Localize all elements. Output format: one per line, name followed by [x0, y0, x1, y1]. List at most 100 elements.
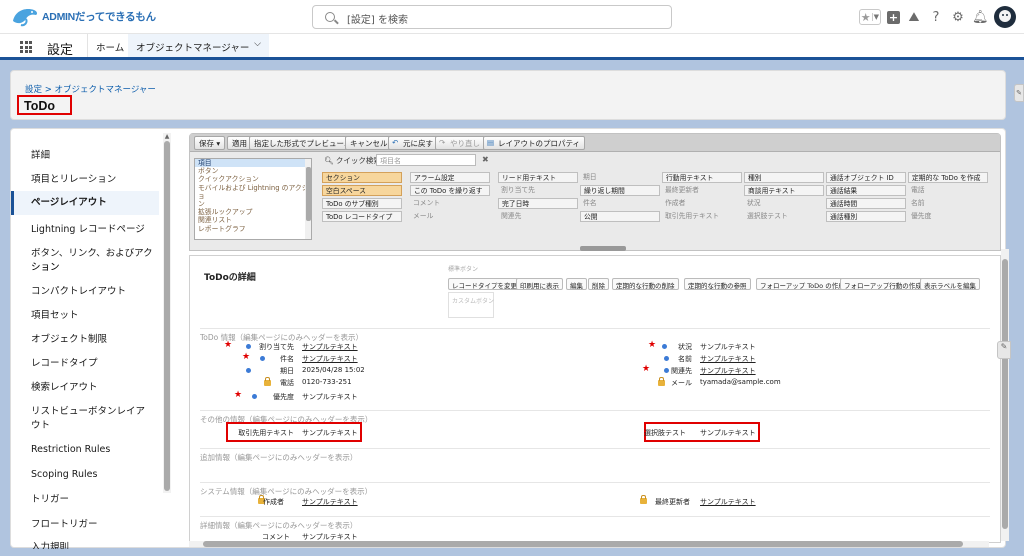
canvas-scroll-thumb[interactable]: [1002, 259, 1008, 529]
gear-icon[interactable]: ⚙: [950, 10, 966, 25]
edit-label-button[interactable]: 表示ラベルを編集: [920, 278, 980, 290]
sidebar-item-scoping-rules[interactable]: Scoping Rules: [11, 468, 159, 482]
editor-hscroll-thumb[interactable]: [203, 541, 963, 547]
redo-button[interactable]: ↷ やり直し: [435, 136, 485, 150]
palette-field-item[interactable]: 行動用テキスト: [662, 172, 742, 183]
sidebar-item-search-layouts[interactable]: 検索レイアウト: [11, 381, 159, 395]
palette-field-item[interactable]: 公開: [580, 211, 660, 222]
palette-category-related-lists[interactable]: 関連リスト: [195, 216, 311, 224]
quick-search-input[interactable]: 項目名: [376, 154, 476, 166]
palette-field-item[interactable]: ToDo のサブ種別: [322, 198, 402, 209]
favorites-button[interactable]: ★ ▼: [858, 9, 881, 25]
palette-list-scroll-thumb[interactable]: [306, 167, 311, 221]
palette-field-item[interactable]: 空白スペース: [322, 185, 402, 196]
palette-field-item[interactable]: 通話種別: [826, 211, 906, 222]
palette-field-item[interactable]: 種別: [744, 172, 824, 183]
sidebar-item-buttons-links-cont[interactable]: ション: [11, 261, 159, 275]
palette-field-item[interactable]: 状況: [744, 198, 824, 209]
user-avatar[interactable]: [994, 6, 1016, 28]
palette-field-item[interactable]: 件名: [580, 198, 660, 209]
palette-field-item[interactable]: 優先度: [908, 211, 988, 222]
sidebar-item-page-layouts[interactable]: ページレイアウト: [11, 191, 159, 215]
view-recurring-events-button[interactable]: 定期的な行動の参照: [684, 278, 751, 290]
palette-field-item[interactable]: 選択肢テスト: [744, 211, 824, 222]
palette-field-item[interactable]: 取引先用テキスト: [662, 211, 742, 222]
app-launcher-icon[interactable]: [20, 41, 32, 53]
palette-field-item[interactable]: 通話結果: [826, 185, 906, 196]
palette-field-item[interactable]: この ToDo を繰り返す: [410, 185, 490, 196]
create-followup-task-button[interactable]: フォローアップ ToDo の作成: [756, 278, 849, 290]
palette-field-item[interactable]: 関連先: [498, 211, 578, 222]
palette-field-item[interactable]: メール: [410, 211, 490, 222]
help-icon[interactable]: ?: [928, 10, 944, 25]
delete-button[interactable]: 削除: [588, 278, 609, 290]
sidebar-item-field-sets[interactable]: 項目セット: [11, 309, 159, 323]
tab-home[interactable]: ホーム: [87, 34, 132, 57]
layout-properties-button[interactable]: ▤ レイアウトのプロパティ: [483, 136, 586, 150]
sidebar-item-list-view-buttons-cont[interactable]: ウト: [11, 419, 159, 433]
sidebar-item-object-limits[interactable]: オブジェクト制限: [11, 333, 159, 347]
create-followup-event-button[interactable]: フォローアップ行動の作成: [840, 278, 926, 290]
palette-field-item[interactable]: 繰り返し期間: [580, 185, 660, 196]
editor-horizontal-scrollbar[interactable]: [189, 541, 989, 547]
palette-field-item[interactable]: 定期的な ToDo を作成: [908, 172, 988, 183]
palette-category-buttons[interactable]: ボタン: [195, 167, 311, 175]
trailhead-icon[interactable]: ⛰: [906, 10, 922, 25]
global-actions-plus-icon[interactable]: +: [887, 10, 900, 24]
sidebar-scrollbar[interactable]: ▲: [163, 133, 171, 493]
section-system-info[interactable]: システム情報（編集ページにのみヘッダーを表示）: [200, 482, 990, 497]
palette-field-item[interactable]: ToDo レコードタイプ: [322, 211, 402, 222]
palette-field-item[interactable]: 期日: [580, 172, 660, 183]
palette-field-item[interactable]: 最終更新者: [662, 185, 742, 196]
palette-field-item[interactable]: セクション: [322, 172, 402, 183]
palette-category-fields[interactable]: 項目: [195, 159, 311, 168]
palette-field-item[interactable]: コメント: [410, 198, 490, 209]
scroll-up-arrow-icon[interactable]: ▲: [163, 133, 171, 140]
palette-field-item[interactable]: 通話オブジェクト ID: [826, 172, 906, 183]
palette-field-item[interactable]: 完了日時: [498, 198, 578, 209]
undo-button[interactable]: ↶ 元に戻す: [388, 136, 438, 150]
palette-field-item[interactable]: アラーム設定: [410, 172, 490, 183]
sidebar-item-restriction-rules[interactable]: Restriction Rules: [11, 443, 159, 457]
sidebar-item-fields[interactable]: 項目とリレーション: [11, 173, 159, 187]
collapse-handle-icon[interactable]: ✎: [1014, 84, 1024, 102]
tab-object-manager[interactable]: オブジェクトマネージャー ⌵: [128, 34, 269, 60]
global-search-input[interactable]: [設定] を検索: [312, 5, 672, 29]
delete-recurring-events-button[interactable]: 定期的な行動の削除: [612, 278, 679, 290]
chevron-down-icon[interactable]: ⌵: [254, 39, 261, 49]
palette-field-item[interactable]: 電話: [908, 185, 988, 196]
cancel-button[interactable]: キャンセル: [345, 136, 393, 150]
palette-category-mobile-actions[interactable]: モバイルおよび Lightning のアクショ: [195, 184, 311, 200]
sidebar-item-details[interactable]: 詳細: [11, 149, 159, 163]
palette-category-list[interactable]: 項目 ボタン クイックアクション モバイルおよび Lightning のアクショ…: [194, 158, 312, 240]
bell-icon[interactable]: 🔔︎: [972, 10, 989, 25]
sidebar-item-lightning-pages[interactable]: Lightning レコードページ: [11, 223, 159, 237]
palette-collapse-handle[interactable]: [580, 246, 626, 251]
palette-field-item[interactable]: リード用テキスト: [498, 172, 578, 183]
canvas-scrollbar[interactable]: [1001, 249, 1009, 541]
breadcrumb[interactable]: 設定 > オブジェクトマネージャー: [25, 83, 156, 95]
sidebar-scroll-thumb[interactable]: [164, 141, 170, 491]
palette-field-item[interactable]: 商談用テキスト: [744, 185, 824, 196]
app-logo[interactable]: ADMINだってできるもん: [10, 4, 156, 28]
sidebar-item-validation-rules[interactable]: 入力規則: [11, 541, 159, 549]
palette-category-report-charts[interactable]: レポートグラフ: [195, 225, 311, 233]
section-additional-info[interactable]: 追加情報（編集ページにのみヘッダーを表示）: [200, 448, 990, 463]
clear-search-icon[interactable]: ✖: [482, 155, 489, 164]
palette-field-item[interactable]: 割り当て先: [498, 185, 578, 196]
sidebar-item-record-types[interactable]: レコードタイプ: [11, 357, 159, 371]
sidebar-item-compact-layouts[interactable]: コンパクトレイアウト: [11, 285, 159, 299]
sidebar-item-flow-triggers[interactable]: フロートリガー: [11, 518, 159, 532]
palette-field-item[interactable]: 通話時間: [826, 198, 906, 209]
section-detail-info[interactable]: 詳細情報（編集ページにのみヘッダーを表示）: [200, 516, 990, 531]
section-todo-info[interactable]: ToDo 情報（編集ページにのみヘッダーを表示）: [200, 328, 990, 343]
palette-list-scrollbar[interactable]: [305, 159, 311, 239]
save-button[interactable]: 保存 ▾: [194, 136, 226, 150]
palette-field-item[interactable]: 名前: [908, 198, 988, 209]
side-panel-toggle-icon[interactable]: ✎: [997, 341, 1011, 359]
custom-buttons-area[interactable]: カスタムボタン: [448, 292, 494, 318]
printable-view-button[interactable]: 印刷用に表示: [516, 278, 563, 290]
palette-category-quick-actions[interactable]: クイックアクション: [195, 175, 311, 183]
palette-field-item[interactable]: 作成者: [662, 198, 742, 209]
edit-button[interactable]: 編集: [566, 278, 587, 290]
